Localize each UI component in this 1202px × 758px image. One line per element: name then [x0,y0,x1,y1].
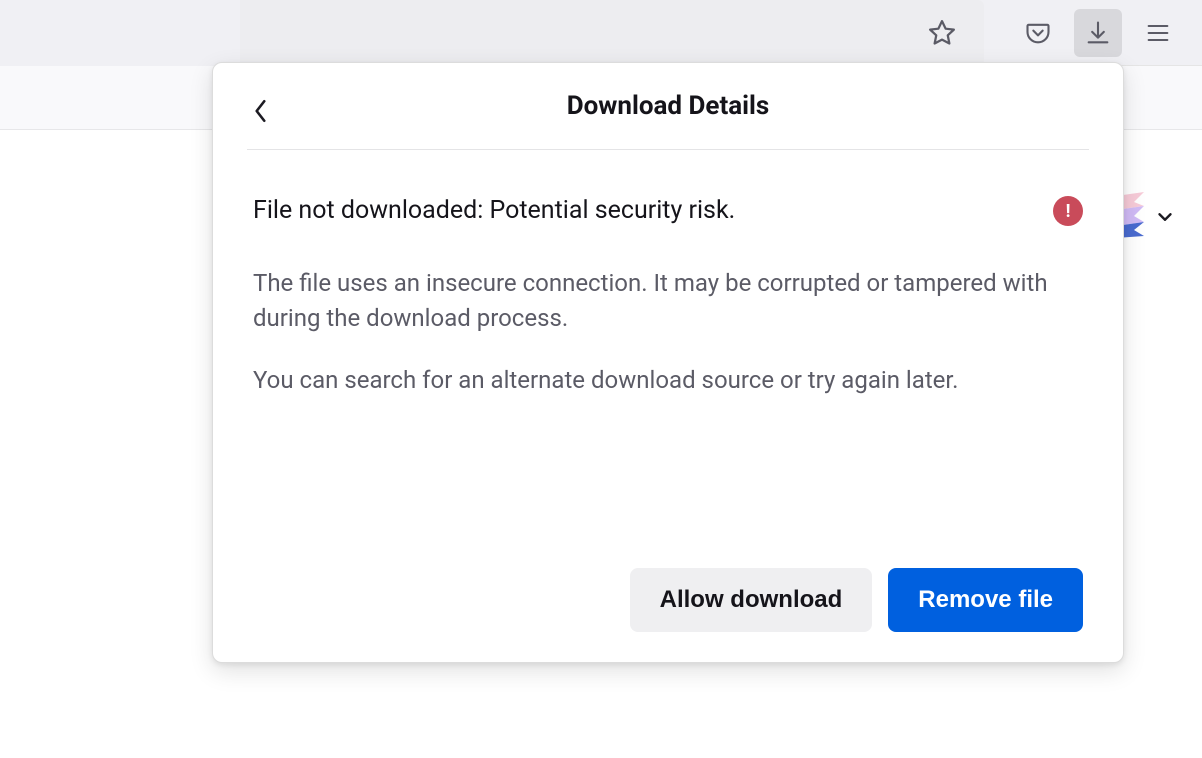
warning-desc-line-1: The file uses an insecure connection. It… [253,266,1083,336]
star-icon [927,18,957,48]
warning-description: The file uses an insecure connection. It… [253,266,1083,398]
download-icon [1084,19,1112,47]
menu-button[interactable] [1134,9,1182,57]
urlbar[interactable] [240,0,984,66]
panel-header: Download Details [213,63,1123,139]
back-button[interactable] [243,93,279,129]
downloads-button[interactable] [1074,9,1122,57]
panel-body: File not downloaded: Potential security … [213,150,1123,408]
panel-title: Download Details [247,91,1089,121]
bookmarks-overflow-button[interactable] [1150,202,1180,232]
remove-file-button[interactable]: Remove file [888,568,1083,632]
panel-actions: Allow download Remove file [213,568,1123,632]
chevron-left-icon [252,98,270,124]
exclamation-icon: ! [1066,201,1071,222]
warning-row: File not downloaded: Potential security … [253,194,1083,228]
hamburger-icon [1144,19,1172,47]
allow-download-button[interactable]: Allow download [630,568,873,632]
chevron-down-icon [1154,206,1176,228]
warning-desc-line-2: You can search for an alternate download… [253,363,1083,398]
browser-toolbar [0,0,1202,66]
pocket-button[interactable] [1014,9,1062,57]
warning-icon: ! [1053,196,1083,226]
warning-heading: File not downloaded: Potential security … [253,194,735,228]
pocket-icon [1024,19,1052,47]
bookmark-star-button[interactable] [918,9,966,57]
urlbar-area [0,0,1002,66]
download-details-panel: Download Details File not downloaded: Po… [212,62,1124,663]
